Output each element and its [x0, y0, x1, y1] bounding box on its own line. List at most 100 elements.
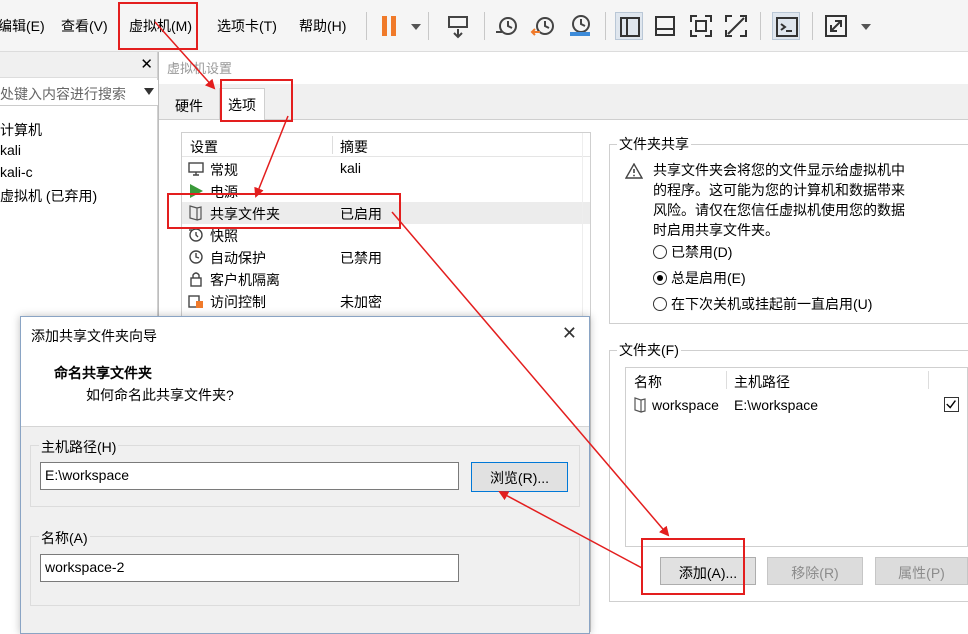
- radio-dot[interactable]: [653, 297, 667, 311]
- tab-hardware[interactable]: 硬件: [167, 90, 211, 120]
- add-shared-folder-wizard: 添加共享文件夹向导 ✕ 命名共享文件夹 如何命名此共享文件夹? 主机路径(H) …: [20, 316, 590, 634]
- library-item-label: 计算机: [0, 122, 42, 138]
- monitor-icon: [188, 161, 204, 177]
- library-header: ✕: [0, 52, 157, 78]
- chevron-down-icon[interactable]: [144, 88, 154, 95]
- close-icon[interactable]: ✕: [140, 55, 153, 73]
- pause-icon[interactable]: [376, 12, 404, 40]
- settings-row-name: 快照: [210, 228, 238, 244]
- column-divider[interactable]: [928, 371, 929, 389]
- annotation-box-options-tab: [220, 79, 293, 122]
- settings-row-summary: 已禁用: [340, 250, 382, 266]
- column-header-name[interactable]: 名称: [634, 372, 662, 392]
- radio-label: 在下次关机或挂起前一直启用(U): [671, 296, 873, 312]
- settings-row-summary: kali: [340, 160, 362, 176]
- snapshot-revert-icon[interactable]: [530, 12, 558, 40]
- wizard-subheading: 如何命名此共享文件夹?: [86, 387, 234, 403]
- library-item[interactable]: kali: [0, 142, 21, 158]
- library-search-input[interactable]: 处键入内容进行搜索: [0, 80, 158, 106]
- wizard-heading: 命名共享文件夹: [54, 365, 152, 381]
- menu-help[interactable]: 帮助(H): [299, 16, 346, 36]
- settings-row-name: 访问控制: [210, 294, 266, 310]
- snapshot-manager-icon[interactable]: [566, 12, 594, 40]
- settings-row-summary: 未加密: [340, 294, 382, 310]
- warning-line: 共享文件夹会将您的文件显示给虚拟机中: [653, 162, 905, 178]
- list-header: 设置 摘要: [182, 133, 590, 157]
- column-divider[interactable]: [332, 136, 333, 154]
- annotation-box-vm-menu: [118, 2, 198, 50]
- annotation-box-add-button: [641, 538, 745, 595]
- column-divider[interactable]: [726, 371, 727, 389]
- radio-until-poweroff[interactable]: 在下次关机或挂起前一直启用(U): [653, 294, 872, 314]
- unity-icon[interactable]: [722, 12, 750, 40]
- radio-dot-selected[interactable]: [653, 271, 667, 285]
- close-icon[interactable]: ✕: [562, 323, 577, 344]
- radio-always-enabled[interactable]: 总是启用(E): [653, 268, 746, 288]
- folder-properties-button[interactable]: 属性(P): [875, 557, 968, 585]
- wizard-header: 命名共享文件夹 如何命名此共享文件夹?: [21, 351, 589, 427]
- folders-table: 名称 主机路径 workspace E:\workspace: [625, 367, 968, 547]
- name-label: 名称(A): [39, 528, 90, 548]
- stretch-dropdown-icon[interactable]: [852, 12, 871, 40]
- send-ctrl-alt-del-icon[interactable]: [444, 12, 472, 40]
- warning-text: 共享文件夹会将您的文件显示给虚拟机中 的程序。这可能为您的计算机和数据带来 风险…: [653, 160, 905, 240]
- dialog-title: 虚拟机设置: [167, 61, 233, 76]
- host-path-input[interactable]: E:\workspace: [40, 462, 459, 490]
- console-view-icon[interactable]: [772, 12, 800, 40]
- radio-label: 已禁用(D): [671, 244, 733, 260]
- column-header-host-path[interactable]: 主机路径: [734, 372, 790, 392]
- browse-button[interactable]: 浏览(R)...: [471, 462, 568, 492]
- folder-enabled-checkbox[interactable]: [944, 397, 959, 412]
- folders-title: 文件夹(F): [617, 340, 681, 360]
- autoprotect-icon: [188, 249, 204, 265]
- host-path-label: 主机路径(H): [39, 437, 119, 457]
- wizard-titlebar: 添加共享文件夹向导 ✕: [21, 317, 589, 351]
- toolbar-separator: [366, 12, 367, 40]
- settings-row[interactable]: 访问控制 未加密: [182, 290, 590, 312]
- library-item-label: 虚拟机 (已弃用): [0, 188, 98, 204]
- settings-row-name: 客户机隔离: [210, 272, 280, 288]
- library-item-label: kali: [0, 142, 22, 158]
- library-item[interactable]: 虚拟机 (已弃用): [0, 186, 97, 206]
- snapshot-icon: [188, 227, 204, 243]
- column-header-setting[interactable]: 设置: [190, 137, 218, 157]
- menu-tabs[interactable]: 选项卡(T): [217, 16, 277, 36]
- settings-row[interactable]: 客户机隔离: [182, 268, 590, 290]
- remove-folder-button[interactable]: 移除(R): [767, 557, 863, 585]
- table-row[interactable]: workspace E:\workspace: [626, 394, 967, 416]
- library-view-icon[interactable]: [615, 12, 643, 40]
- library-item[interactable]: 计算机: [0, 120, 42, 140]
- thumbnail-bar-icon[interactable]: [651, 12, 679, 40]
- settings-row-name: 自动保护: [210, 250, 266, 266]
- warning-line: 时启用共享文件夹。: [653, 222, 779, 238]
- name-input[interactable]: workspace-2: [40, 554, 459, 582]
- annotation-box-shared-folders: [167, 193, 401, 229]
- radio-dot[interactable]: [653, 245, 667, 259]
- toolbar-separator: [760, 12, 761, 40]
- wizard-title: 添加共享文件夹向导: [31, 328, 157, 344]
- library-item[interactable]: kali-c: [0, 164, 33, 180]
- radio-label: 总是启用(E): [671, 270, 746, 286]
- access-control-icon: [188, 293, 204, 309]
- settings-row-name: 常规: [210, 162, 238, 178]
- library-item-label: kali-c: [0, 164, 33, 180]
- fullscreen-icon[interactable]: [687, 12, 715, 40]
- settings-row[interactable]: 常规 kali: [182, 158, 590, 180]
- toolbar-separator: [812, 12, 813, 40]
- folder-path: E:\workspace: [734, 397, 819, 413]
- toolbar-separator: [428, 12, 429, 40]
- folder-sharing-title: 文件夹共享: [617, 134, 691, 154]
- toolbar-separator: [484, 12, 485, 40]
- warning-line: 的程序。这可能为您的计算机和数据带来: [653, 182, 905, 198]
- radio-disabled[interactable]: 已禁用(D): [653, 242, 732, 262]
- shared-folder-icon: [634, 397, 646, 413]
- pause-dropdown-icon[interactable]: [402, 12, 421, 40]
- snapshot-take-icon[interactable]: [493, 12, 521, 40]
- lock-icon: [188, 271, 204, 287]
- column-header-summary[interactable]: 摘要: [340, 137, 368, 157]
- menu-edit[interactable]: 编辑(E): [0, 16, 45, 36]
- stretch-icon[interactable]: [822, 12, 850, 40]
- settings-row[interactable]: 自动保护 已禁用: [182, 246, 590, 268]
- library-search-placeholder: 处键入内容进行搜索: [0, 86, 126, 102]
- menu-view[interactable]: 查看(V): [61, 16, 108, 36]
